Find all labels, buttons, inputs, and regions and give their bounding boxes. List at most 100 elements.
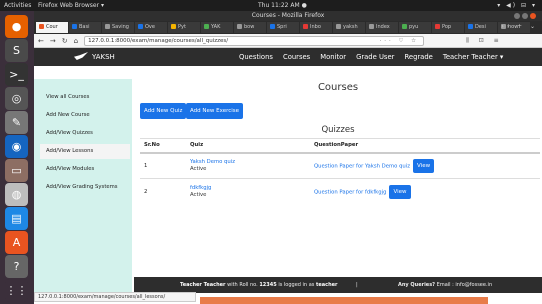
- tab-label: pyu: [409, 24, 419, 30]
- browser-tab[interactable]: Ove: [135, 22, 167, 33]
- brand-name: YAKSH: [92, 53, 115, 61]
- sidebar-item[interactable]: Add/View Quizzes: [40, 126, 130, 141]
- tab-label: Index: [376, 24, 390, 30]
- nav-link[interactable]: Teacher Teacher ▾: [443, 53, 503, 61]
- tab-controls[interactable]: ›› + ⌄: [501, 23, 538, 30]
- quiz-cell: Yaksh Demo quiz Active: [186, 152, 310, 179]
- favicon-icon: [303, 24, 308, 29]
- nav-link[interactable]: Monitor: [320, 53, 346, 61]
- dock: ● S >_ ◎ ✎ ◉ ▭ ◍ ▤ A? ⋮⋮: [0, 11, 34, 304]
- software-icon[interactable]: A: [5, 231, 28, 254]
- minimize-icon[interactable]: [514, 13, 520, 19]
- browser-tab[interactable]: Cour: [36, 22, 68, 33]
- tab-label: Spri: [277, 24, 287, 30]
- tab-label: Inbo: [310, 24, 321, 30]
- browser-tab[interactable]: yaksh: [333, 22, 365, 33]
- home-icon[interactable]: ⌂: [74, 37, 78, 45]
- sidebar-item[interactable]: View all Courses: [40, 90, 130, 105]
- nav-link[interactable]: Grade User: [356, 53, 394, 61]
- help-icon[interactable]: ?: [5, 255, 28, 278]
- favicon-icon: [336, 24, 341, 29]
- view-button[interactable]: View: [389, 184, 411, 199]
- main-content: Courses Add New Quiz Add New Exercise Qu…: [134, 79, 542, 293]
- apps-grid-icon[interactable]: ⋮⋮: [5, 279, 28, 302]
- browser-tab[interactable]: Pyt: [168, 22, 200, 33]
- view-button[interactable]: View: [413, 158, 435, 173]
- browser-tab[interactable]: YAK: [201, 22, 233, 33]
- activities-button[interactable]: Activities: [4, 2, 31, 9]
- favicon-icon: [138, 24, 143, 29]
- quiz-link[interactable]: fdkfkgjg: [190, 185, 310, 191]
- site-nav: Questions Courses Monitor Grade User Regrade…: [239, 53, 503, 61]
- nav-link[interactable]: Regrade: [404, 53, 432, 61]
- browser-tab[interactable]: Pop: [432, 22, 464, 33]
- browser-tab[interactable]: Spri: [267, 22, 299, 33]
- browser-tab[interactable]: Saving: [102, 22, 134, 33]
- tab-label: Basi: [79, 24, 90, 30]
- window-title: Courses - Mozilla Firefox: [251, 12, 325, 19]
- add-quiz-button[interactable]: Add New Quiz: [140, 103, 187, 119]
- forward-icon[interactable]: →: [50, 37, 56, 45]
- favicon-icon: [369, 24, 374, 29]
- text-editor-icon[interactable]: ✎: [5, 111, 28, 134]
- screenshot-icon[interactable]: ◎: [5, 87, 28, 110]
- sublime-icon[interactable]: S: [5, 39, 28, 62]
- sidebar-item[interactable]: Add New Course: [40, 108, 130, 123]
- tab-label: Cour: [46, 24, 58, 30]
- url-text: 127.0.0.1:8000/exam/manage/courses/all_q…: [88, 37, 229, 44]
- nav-link[interactable]: Questions: [239, 53, 273, 61]
- reload-icon[interactable]: ↻: [62, 37, 68, 45]
- taskbar-highlight: [200, 297, 488, 304]
- terminal-icon[interactable]: >_: [5, 63, 28, 86]
- toolbar-icons[interactable]: ⫼ ⊡ ≡: [466, 37, 503, 45]
- favicon-icon: [468, 24, 473, 29]
- quiz-status: Active: [190, 192, 207, 199]
- nav-link[interactable]: Courses: [283, 53, 310, 61]
- browser-tab[interactable]: bow: [234, 22, 266, 33]
- sr-number: 1: [140, 152, 186, 179]
- browser-tab[interactable]: Basi: [69, 22, 101, 33]
- writer-icon[interactable]: ▤: [5, 207, 28, 230]
- maximize-icon[interactable]: [522, 13, 528, 19]
- firefox-window: Courses - Mozilla Firefox Cour Basi Saving…: [34, 11, 542, 304]
- paper-cell: Question Paper for fdkfkgjg View: [310, 178, 540, 205]
- system-tray[interactable]: ▾ ◀) ⊟ ▾: [497, 2, 537, 9]
- site-footer: Teacher Teacher with Roll no. 12345 is l…: [134, 277, 542, 293]
- tab-label: yaksh: [343, 24, 358, 30]
- page-title: Courses: [317, 82, 359, 93]
- tab-label: Saving: [112, 24, 129, 30]
- add-exercise-button[interactable]: Add New Exercise: [186, 103, 244, 119]
- back-icon[interactable]: ←: [38, 37, 44, 45]
- site-logo[interactable]: YAKSH: [74, 52, 115, 61]
- app-menu[interactable]: Firefox Web Browser ▾: [38, 2, 104, 9]
- table-header-row: Sr.No Quiz QuestionPaper: [140, 138, 540, 154]
- favicon-icon: [204, 24, 209, 29]
- bird-logo-icon: [74, 52, 88, 60]
- tab-label: Desi: [475, 24, 486, 30]
- chromium-icon[interactable]: ◉: [5, 135, 28, 158]
- sidebar-item[interactable]: Add/View Modules: [40, 162, 130, 177]
- sidebar-item[interactable]: Add/View Lessons: [40, 144, 130, 159]
- browser-tab[interactable]: pyu: [399, 22, 431, 33]
- browser-tab[interactable]: Inbo: [300, 22, 332, 33]
- question-paper-link[interactable]: Question Paper for Yaksh Demo quiz: [314, 163, 410, 169]
- files-icon[interactable]: ▭: [5, 159, 28, 182]
- url-bar[interactable]: 127.0.0.1:8000/exam/manage/courses/all_q…: [84, 35, 425, 46]
- browser-tab[interactable]: Desi: [465, 22, 497, 33]
- section-title: Quizzes: [321, 125, 355, 135]
- quiz-link[interactable]: Yaksh Demo quiz: [190, 159, 310, 165]
- question-paper-link[interactable]: Question Paper for fdkfkgjg: [314, 189, 386, 195]
- disk-icon[interactable]: ◍: [5, 183, 28, 206]
- table-row: 1 Yaksh Demo quiz Active Question Paper for…: [140, 152, 540, 179]
- column-header: Sr.No: [140, 138, 186, 154]
- close-icon[interactable]: [530, 13, 536, 19]
- page-actions[interactable]: ··· ♡ ☆: [379, 37, 419, 45]
- tab-label: YAK: [211, 24, 221, 30]
- window-controls: [514, 13, 536, 19]
- firefox-icon[interactable]: ●: [5, 15, 28, 38]
- tab-label: Pop: [442, 24, 452, 30]
- clock[interactable]: Thu 11:22 AM ●: [258, 2, 307, 9]
- browser-tab[interactable]: Index: [366, 22, 398, 33]
- favicon-icon: [171, 24, 176, 29]
- sidebar-item[interactable]: Add/View Grading Systems: [40, 180, 130, 195]
